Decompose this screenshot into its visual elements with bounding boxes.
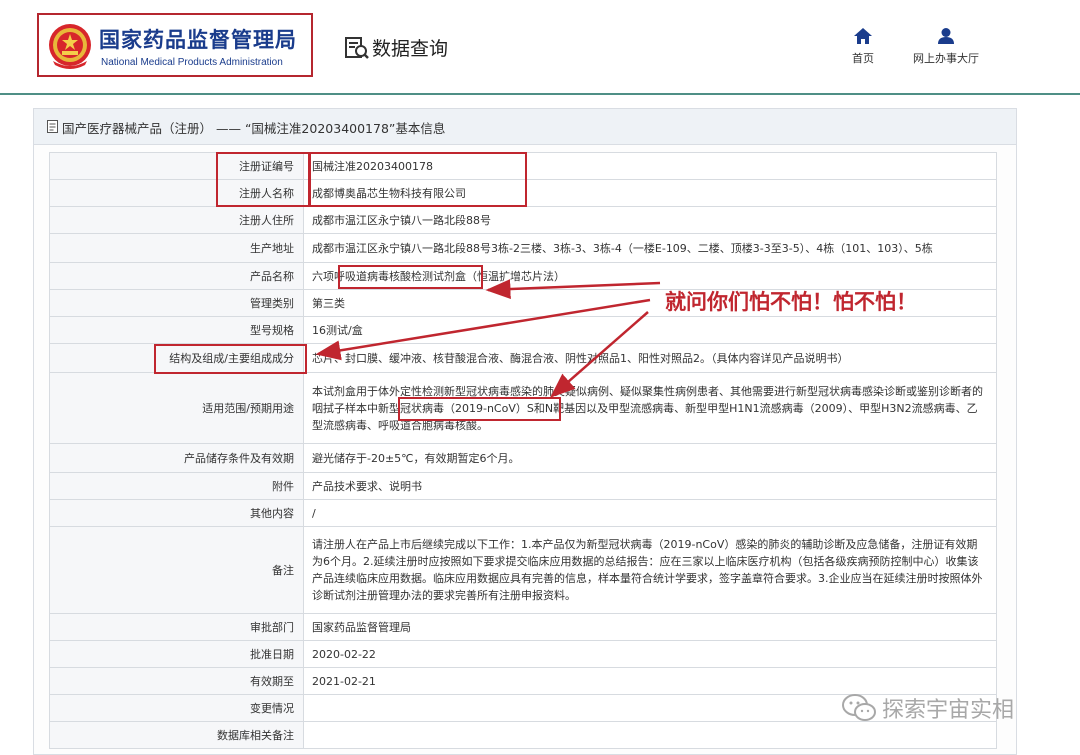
national-emblem-icon	[49, 24, 91, 69]
data-search-icon	[345, 36, 369, 59]
data-query-link[interactable]: 数据查询	[344, 34, 448, 61]
field-label: 数据库相关备注	[49, 721, 304, 749]
field-label: 生产地址	[49, 233, 304, 263]
field-value: 2021-02-21	[303, 667, 997, 695]
table-row: 产品储存条件及有效期 避光储存于-20±5℃，有效期暂定6个月。	[49, 443, 997, 473]
table-row: 生产地址 成都市温江区永宁镇八一路北段88号3栋-2三楼、3栋-3、3栋-4（一…	[49, 233, 997, 263]
panel-header: 国产医疗器械产品（注册） —— “国械注准20203400178”基本信息	[34, 109, 1016, 145]
table-row: 有效期至 2021-02-21	[49, 667, 997, 695]
annotation-callout: 就问你们怕不怕！怕不怕！	[665, 290, 917, 314]
field-value: 国家药品监督管理局	[303, 613, 997, 641]
field-value: 16测试/盒	[303, 316, 997, 344]
field-label: 其他内容	[49, 499, 304, 527]
field-label: 产品储存条件及有效期	[49, 443, 304, 473]
annotation-box-registrant	[308, 152, 527, 207]
field-value: /	[303, 499, 997, 527]
field-label: 变更情况	[49, 694, 304, 722]
field-label: 批准日期	[49, 640, 304, 668]
site-header: 国家药品监督管理局 National Medical Products Admi…	[0, 0, 1080, 94]
annotation-box-labels	[216, 152, 311, 207]
watermark: 探索宇宙实相	[842, 692, 1014, 724]
table-row: 批准日期 2020-02-22	[49, 640, 997, 668]
annotation-box-virus	[398, 397, 561, 421]
field-label: 产品名称	[49, 262, 304, 290]
field-value: 避光储存于-20±5℃，有效期暂定6个月。	[303, 443, 997, 473]
field-label: 适用范围/预期用途	[49, 372, 304, 444]
field-label: 审批部门	[49, 613, 304, 641]
document-icon	[47, 120, 58, 133]
nav-online-service-hall-label: 网上办事大厅	[913, 52, 979, 65]
home-icon	[854, 28, 872, 44]
table-row: 数据库相关备注	[49, 721, 997, 749]
field-value: 请注册人在产品上市后继续完成以下工作：1.本产品仅为新型冠状病毒（2019-nC…	[303, 526, 997, 614]
table-row: 备注 请注册人在产品上市后继续完成以下工作：1.本产品仅为新型冠状病毒（2019…	[49, 526, 997, 614]
field-value: 成都市温江区永宁镇八一路北段88号3栋-2三楼、3栋-3、3栋-4（一楼E-10…	[303, 233, 997, 263]
watermark-text: 探索宇宙实相	[882, 698, 1015, 723]
field-label: 备注	[49, 526, 304, 614]
field-value: 成都市温江区永宁镇八一路北段88号	[303, 206, 997, 234]
field-value: 芯片、封口膜、缓冲液、核苷酸混合液、酶混合液、阴性对照品1、阳性对照品2。（具体…	[303, 343, 997, 373]
table-row: 注册人住所 成都市温江区永宁镇八一路北段88号	[49, 206, 997, 234]
site-subtitle: National Medical Products Administration	[101, 57, 283, 68]
header-divider	[0, 93, 1080, 95]
data-query-label: 数据查询	[372, 38, 449, 60]
info-table: 注册证编号 国械注准20203400178 注册人名称 成都博奥晶芯生物科技有限…	[49, 152, 997, 749]
table-row: 其他内容 /	[49, 499, 997, 527]
field-label: 注册人住所	[49, 206, 304, 234]
table-row: 审批部门 国家药品监督管理局	[49, 613, 997, 641]
field-value	[303, 721, 997, 749]
wechat-icon	[842, 694, 876, 721]
nav-home-label: 首页	[852, 52, 874, 65]
site-logo[interactable]: 国家药品监督管理局 National Medical Products Admi…	[37, 13, 313, 77]
site-title: 国家药品监督管理局	[99, 28, 297, 52]
field-label: 附件	[49, 472, 304, 500]
table-row: 附件 产品技术要求、说明书	[49, 472, 997, 500]
field-value: 产品技术要求、说明书	[303, 472, 997, 500]
annotation-box-composition-label	[154, 344, 307, 374]
field-label: 有效期至	[49, 667, 304, 695]
annotation-box-product-name	[338, 265, 483, 289]
field-label: 管理类别	[49, 289, 304, 317]
user-icon	[938, 28, 954, 44]
field-label: 型号规格	[49, 316, 304, 344]
table-row: 型号规格 16测试/盒	[49, 316, 997, 344]
nav-online-service-hall[interactable]: 网上办事大厅	[913, 28, 979, 66]
nav-home[interactable]: 首页	[852, 28, 874, 66]
field-value: 2020-02-22	[303, 640, 997, 668]
panel-title: 国产医疗器械产品（注册） —— “国械注准20203400178”基本信息	[62, 121, 446, 136]
